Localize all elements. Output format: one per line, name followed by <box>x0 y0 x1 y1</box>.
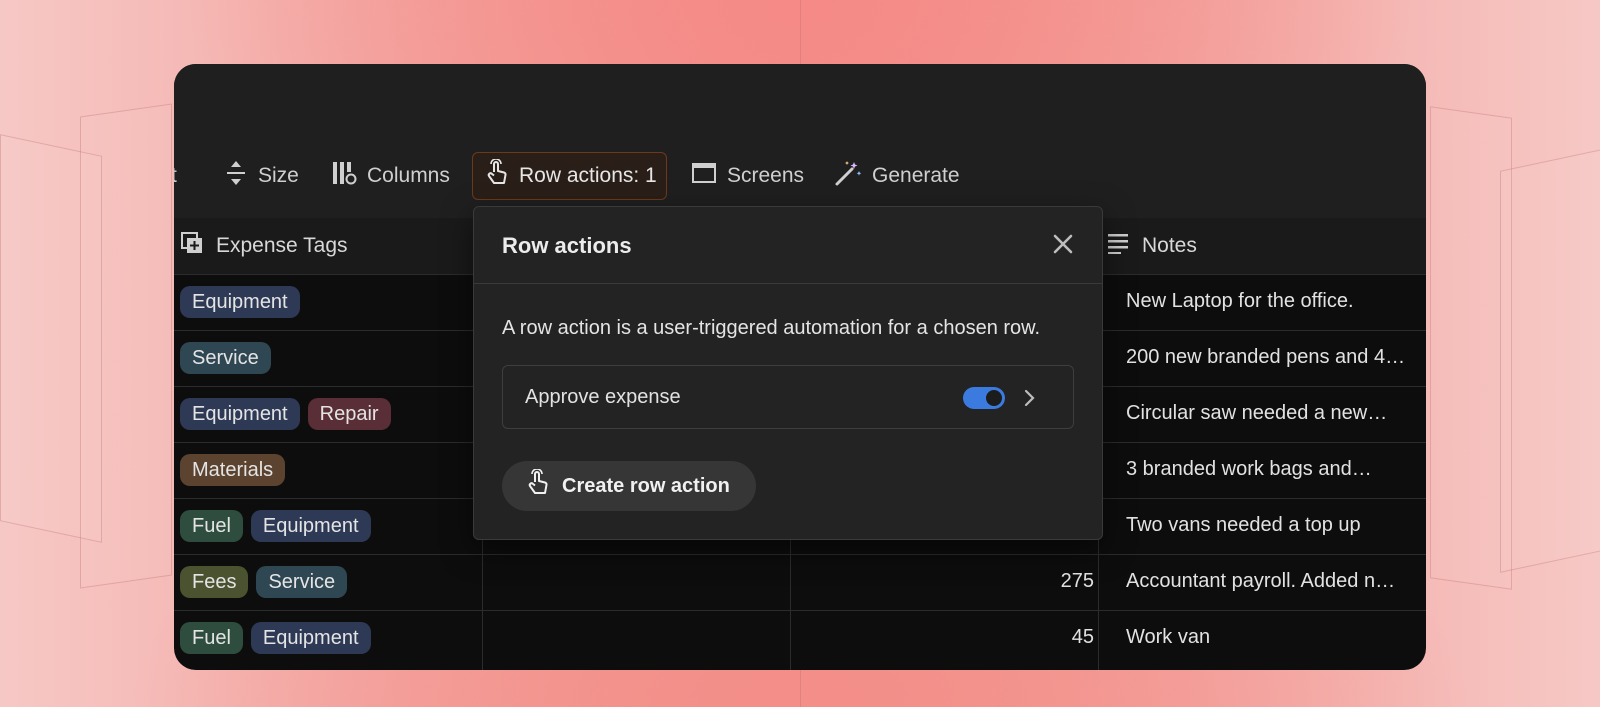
pointer-hand-icon <box>485 158 509 193</box>
popover-header: Row actions <box>474 207 1102 284</box>
header-notes[interactable]: Notes <box>1106 218 1197 274</box>
header-expense-tags-label: Expense Tags <box>216 234 348 257</box>
toggle-knob <box>986 390 1002 406</box>
expense-tag[interactable]: Equipment <box>180 398 300 430</box>
expense-tag[interactable]: Service <box>256 566 348 598</box>
size-button[interactable]: Size <box>212 152 311 200</box>
notes-cell[interactable]: 200 new branded pens and 4… <box>1126 346 1416 369</box>
screens-label: Screens <box>727 164 805 187</box>
expense-tag[interactable]: Equipment <box>180 286 300 318</box>
expense-tag[interactable]: Materials <box>180 454 286 486</box>
tag-list: Fees Service <box>180 566 348 598</box>
create-row-action-label: Create row action <box>562 474 730 497</box>
tag-list: Fuel Equipment <box>180 622 371 654</box>
generate-button[interactable]: Generate <box>822 152 972 200</box>
expense-tag[interactable]: Equipment <box>250 622 371 654</box>
title-bar <box>174 64 1426 139</box>
row-actions-label: Row actions: 1 <box>519 164 657 187</box>
row-action-toggle[interactable] <box>963 387 1005 409</box>
multi-select-icon <box>180 231 204 261</box>
expense-tag[interactable]: Repair <box>307 398 391 430</box>
magic-wand-icon <box>834 159 862 193</box>
resize-vertical-icon <box>224 159 248 193</box>
notes-cell[interactable]: Work van <box>1126 626 1416 649</box>
tag-list: Materials <box>180 454 286 486</box>
notes-cell[interactable]: Accountant payroll. Added n… <box>1126 570 1416 593</box>
text-lines-icon <box>1106 232 1130 260</box>
notes-cell[interactable]: Circular saw needed a new… <box>1126 402 1416 425</box>
row-action-label: Approve expense <box>525 386 681 408</box>
window-icon <box>691 161 717 191</box>
popover-description: A row action is a user-triggered automat… <box>502 317 1041 339</box>
expense-tag[interactable]: Fuel <box>180 510 243 542</box>
pointer-hand-icon <box>526 468 550 503</box>
expense-tag[interactable]: Fuel <box>180 622 243 654</box>
header-notes-label: Notes <box>1142 234 1197 257</box>
chevron-right-icon[interactable] <box>1023 388 1037 413</box>
background-panel-left-2 <box>80 103 172 589</box>
generate-label: Generate <box>872 164 960 187</box>
notes-cell[interactable]: 3 branded work bags and… <box>1126 458 1416 481</box>
screens-button[interactable]: Screens <box>679 152 816 200</box>
row-actions-button[interactable]: Row actions: 1 <box>472 152 667 200</box>
columns-button[interactable]: Columns <box>319 152 462 200</box>
row-divider <box>174 610 1426 611</box>
tag-list: Equipment Repair <box>180 398 391 430</box>
amount-cell[interactable]: 275 <box>784 570 1094 593</box>
header-expense-tags[interactable]: Expense Tags <box>180 218 348 274</box>
row-action-item[interactable]: Approve expense <box>502 365 1074 429</box>
notes-cell[interactable]: New Laptop for the office. <box>1126 290 1416 313</box>
sort-button[interactable]: rt <box>174 152 189 200</box>
tag-list: Equipment <box>180 286 300 318</box>
columns-icon <box>331 160 357 192</box>
background-panel-right-2 <box>1500 149 1600 573</box>
size-label: Size <box>258 164 299 187</box>
app-window: rt Size Columns Row actions: 1 Screens <box>174 64 1426 670</box>
expense-tag[interactable]: Service <box>180 342 271 374</box>
tag-list: Service <box>180 342 271 374</box>
row-actions-popover: Row actions A row action is a user-trigg… <box>473 206 1103 540</box>
sort-label: rt <box>174 164 177 188</box>
expense-tag[interactable]: Equipment <box>250 510 371 542</box>
amount-cell[interactable]: 45 <box>784 626 1094 649</box>
close-icon[interactable] <box>1050 231 1076 257</box>
columns-label: Columns <box>367 164 450 187</box>
create-row-action-button[interactable]: Create row action <box>502 461 756 511</box>
popover-title: Row actions <box>502 233 632 258</box>
row-divider <box>174 554 1426 555</box>
notes-cell[interactable]: Two vans needed a top up <box>1126 514 1416 537</box>
tag-list: Fuel Equipment <box>180 510 371 542</box>
expense-tag[interactable]: Fees <box>180 566 249 598</box>
